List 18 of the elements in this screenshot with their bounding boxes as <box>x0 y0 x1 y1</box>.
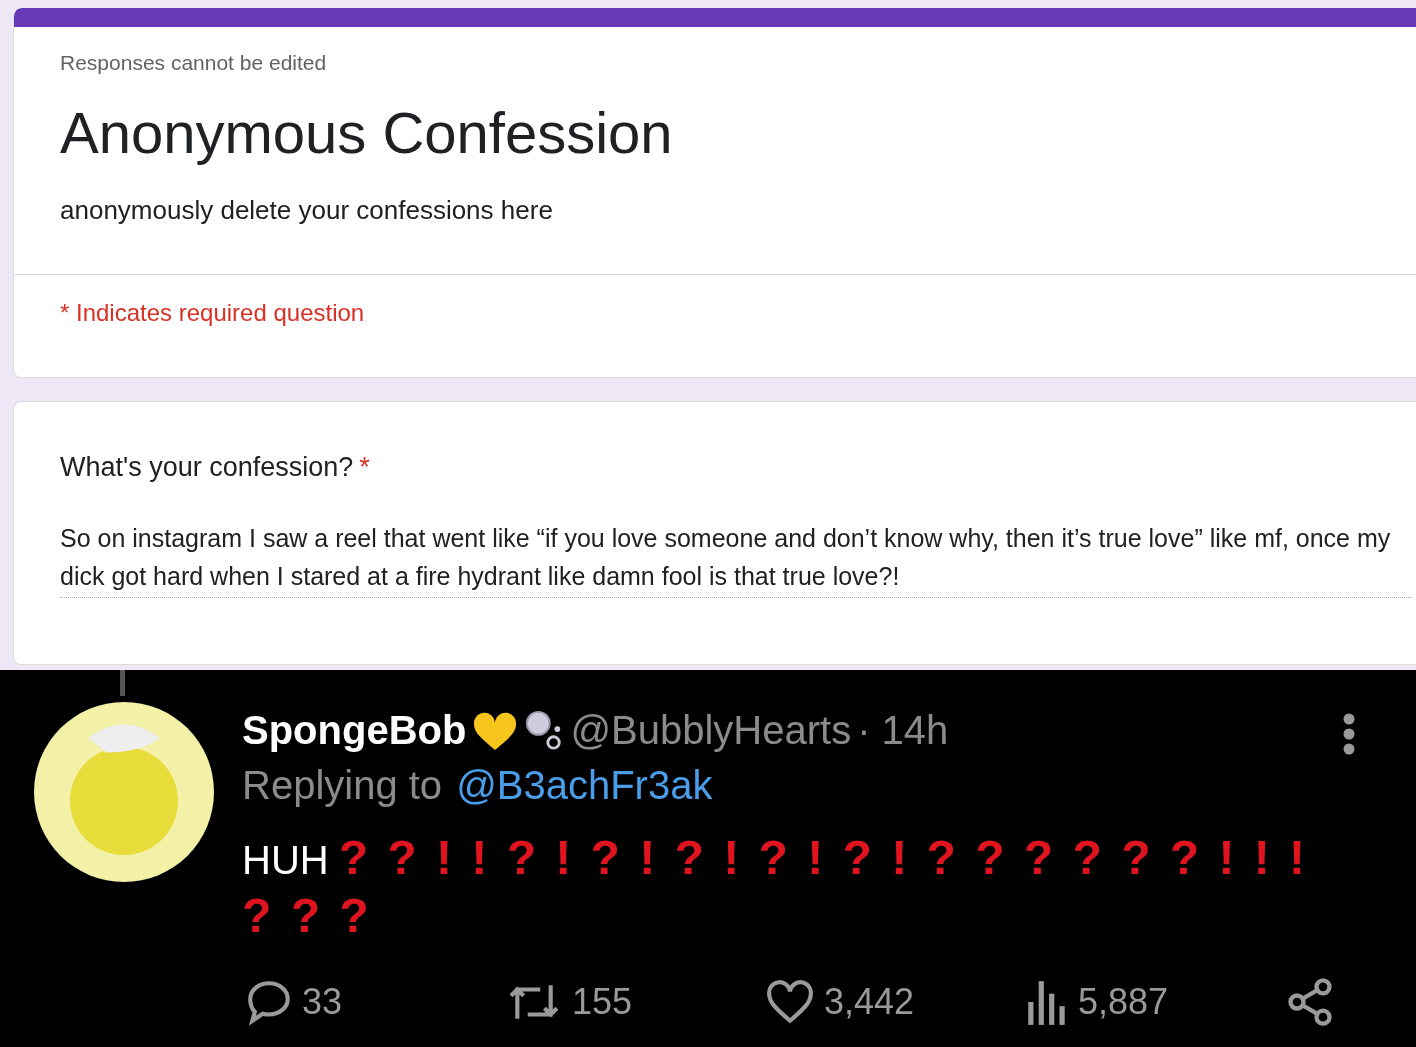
more-options-icon[interactable] <box>1342 712 1356 756</box>
notice-text: Responses cannot be edited <box>60 51 328 75</box>
replying-label: Replying to <box>242 763 443 808</box>
tweet-text: HUH ? ? ! ! ? ! ? ! ? ! ? ! ? ! ? ? ? ? ? ? ! ! ! ? ? ? <box>242 830 1310 944</box>
user-handle[interactable]: @BubblyHearts <box>570 708 852 753</box>
form-title: Anonymous Confession <box>60 101 674 165</box>
reply-mention-link[interactable]: @B3achFr3ak <box>456 763 713 808</box>
answer-field[interactable]: So on instagram I saw a reel that went like “if you love someone and don’t know why, then it’s true love” like mf, once my dick got hard when I stared at a fire hydrant like damn fool is that true love?! <box>60 519 1411 598</box>
required-mark: * <box>359 452 370 482</box>
required-note: * Indicates required question <box>59 297 366 328</box>
action-count: 5,887 <box>1078 981 1169 1023</box>
tweet-time: · 14h <box>857 708 949 753</box>
action-count: 33 <box>302 981 343 1023</box>
question-title: What's your confession? <box>60 452 354 482</box>
action-count: 3,442 <box>824 981 915 1023</box>
display-name[interactable]: SpongeBob <box>242 708 467 753</box>
form-description: anonymously delete your confessions here <box>60 194 554 226</box>
action-count: 155 <box>572 981 633 1023</box>
